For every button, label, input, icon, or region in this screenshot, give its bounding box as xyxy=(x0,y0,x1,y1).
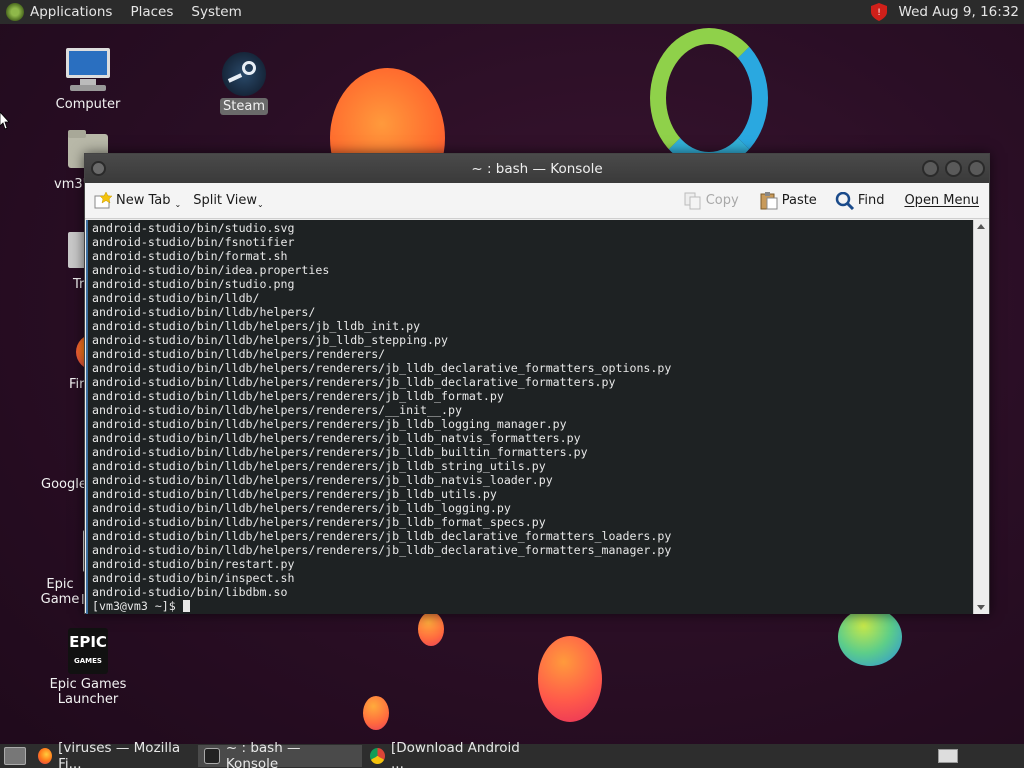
terminal-line: android-studio/bin/studio.svg xyxy=(92,221,295,235)
scroll-up-icon[interactable] xyxy=(977,224,985,229)
minimize-button[interactable] xyxy=(922,160,939,177)
chevron-down-icon: ⌄ xyxy=(174,200,182,209)
terminal-scrollbar[interactable] xyxy=(973,220,989,614)
text-cursor xyxy=(182,600,190,612)
copy-button[interactable]: Copy xyxy=(683,192,739,210)
copy-icon xyxy=(684,192,701,209)
maximize-button[interactable] xyxy=(945,160,962,177)
terminal-icon xyxy=(204,748,220,764)
search-icon xyxy=(835,191,854,210)
wallpaper-ring xyxy=(650,28,768,168)
terminal-line: android-studio/bin/studio.png xyxy=(92,277,295,291)
workspace-switcher[interactable] xyxy=(938,749,958,763)
terminal-line: android-studio/bin/lldb/helpers/renderer… xyxy=(92,375,616,389)
terminal-line: android-studio/bin/lldb/helpers/jb_lldb_… xyxy=(92,319,421,333)
terminal-line: android-studio/bin/lldb/helpers/renderer… xyxy=(92,543,672,557)
chevron-down-icon: ⌄ xyxy=(257,200,264,209)
find-button[interactable]: Find xyxy=(835,191,884,210)
firefox-icon xyxy=(38,748,53,764)
terminal-line: android-studio/bin/libdbm.so xyxy=(92,585,288,599)
desktop-icon-computer[interactable]: Computer xyxy=(33,46,143,113)
mouse-cursor-icon xyxy=(0,112,10,130)
close-button[interactable] xyxy=(968,160,985,177)
terminal-line: android-studio/bin/lldb/helpers/renderer… xyxy=(92,473,553,487)
svg-text:!: ! xyxy=(877,8,881,18)
terminal-line: android-studio/bin/lldb/helpers/renderer… xyxy=(92,529,672,543)
scroll-down-icon[interactable] xyxy=(977,605,985,610)
wallpaper-pink-blob xyxy=(538,636,602,722)
konsole-toolbar: New Tab ⌄ Split View ⌄ Copy Paste Find O… xyxy=(85,183,989,219)
terminal-line: android-studio/bin/lldb/helpers/jb_lldb_… xyxy=(92,333,448,347)
terminal-line: android-studio/bin/lldb/ xyxy=(92,291,260,305)
terminal-line: android-studio/bin/lldb/helpers/renderer… xyxy=(92,403,462,417)
terminal-line: android-studio/bin/lldb/helpers/renderer… xyxy=(92,445,588,459)
desktop-icon-label: Steam xyxy=(220,98,268,115)
desktop-icon-steam[interactable]: Steam xyxy=(189,52,299,115)
top-panel: Applications Places System ! Wed Aug 9, … xyxy=(0,0,1024,24)
window-title: ~ : bash — Konsole xyxy=(471,160,603,177)
computer-icon xyxy=(64,46,112,94)
paste-icon xyxy=(760,191,778,209)
split-view-button[interactable]: Split View ⌄ xyxy=(193,192,264,209)
terminal-line: android-studio/bin/fsnotifier xyxy=(92,235,295,249)
terminal-output[interactable]: android-studio/bin/studio.svg android-st… xyxy=(86,220,973,614)
distro-logo-icon[interactable] xyxy=(6,3,24,21)
open-menu-button[interactable]: Open Menu xyxy=(904,193,979,208)
terminal-prompt-line[interactable]: [vm3@vm3 ~]$ xyxy=(92,599,969,613)
epic-games-icon xyxy=(43,530,99,572)
terminal-line: android-studio/bin/lldb/helpers/ xyxy=(92,305,316,319)
terminal-line: android-studio/bin/lldb/helpers/renderer… xyxy=(92,361,672,375)
terminal-line: android-studio/bin/lldb/helpers/renderer… xyxy=(92,347,386,361)
terminal-line: android-studio/bin/lldb/helpers/renderer… xyxy=(92,487,497,501)
task-firefox[interactable]: [viruses — Mozilla Fi... xyxy=(32,740,196,768)
terminal-line: android-studio/bin/lldb/helpers/renderer… xyxy=(92,389,504,403)
window-titlebar[interactable]: ~ : bash — Konsole xyxy=(85,154,989,183)
terminal-line: android-studio/bin/format.sh xyxy=(92,249,288,263)
menu-applications[interactable]: Applications xyxy=(30,4,112,20)
desktop-icon-epic-games-launcher[interactable]: EPIC GAMES Epic Games Launcher xyxy=(22,628,154,708)
terminal-prompt: [vm3@vm3 ~]$ xyxy=(92,599,183,613)
terminal-line: android-studio/bin/lldb/helpers/renderer… xyxy=(92,417,567,431)
wallpaper-small-blob-1 xyxy=(418,612,444,646)
show-desktop-icon[interactable] xyxy=(4,747,26,765)
wallpaper-blue-blob xyxy=(838,608,902,666)
konsole-window: ~ : bash — Konsole New Tab ⌄ Split View … xyxy=(84,153,990,614)
menu-places[interactable]: Places xyxy=(130,4,173,20)
epic-games-launcher-icon: EPIC GAMES xyxy=(68,628,108,674)
paste-button[interactable]: Paste xyxy=(759,191,817,210)
window-menu-icon[interactable] xyxy=(91,161,106,176)
terminal-line: android-studio/bin/lldb/helpers/renderer… xyxy=(92,459,546,473)
bottom-taskbar: [viruses — Mozilla Fi... ~ : bash — Kons… xyxy=(0,740,1024,768)
panel-clock[interactable]: Wed Aug 9, 16:32 xyxy=(899,4,1019,20)
desktop-icon-label: Google xyxy=(41,477,87,492)
menu-system[interactable]: System xyxy=(191,4,241,20)
task-konsole[interactable]: ~ : bash — Konsole xyxy=(198,740,362,768)
terminal-line: android-studio/bin/restart.py xyxy=(92,557,295,571)
terminal-line: android-studio/bin/lldb/helpers/renderer… xyxy=(92,431,581,445)
new-tab-button[interactable]: New Tab ⌄ xyxy=(93,191,182,210)
desktop-icon-label: Computer xyxy=(55,97,121,112)
new-tab-icon xyxy=(94,191,113,208)
task-chrome[interactable]: [Download Android ... xyxy=(364,740,534,768)
terminal-line: android-studio/bin/idea.properties xyxy=(92,263,330,277)
terminal-line: android-studio/bin/lldb/helpers/renderer… xyxy=(92,515,546,529)
security-shield-icon[interactable]: ! xyxy=(870,3,887,21)
terminal-line: android-studio/bin/inspect.sh xyxy=(92,571,295,585)
wallpaper-small-blob-2 xyxy=(363,696,389,730)
terminal-line: android-studio/bin/lldb/helpers/renderer… xyxy=(92,501,511,515)
steam-icon xyxy=(222,52,266,96)
desktop-icon-label: Epic Games Launcher xyxy=(49,677,127,707)
chrome-icon xyxy=(370,748,386,764)
